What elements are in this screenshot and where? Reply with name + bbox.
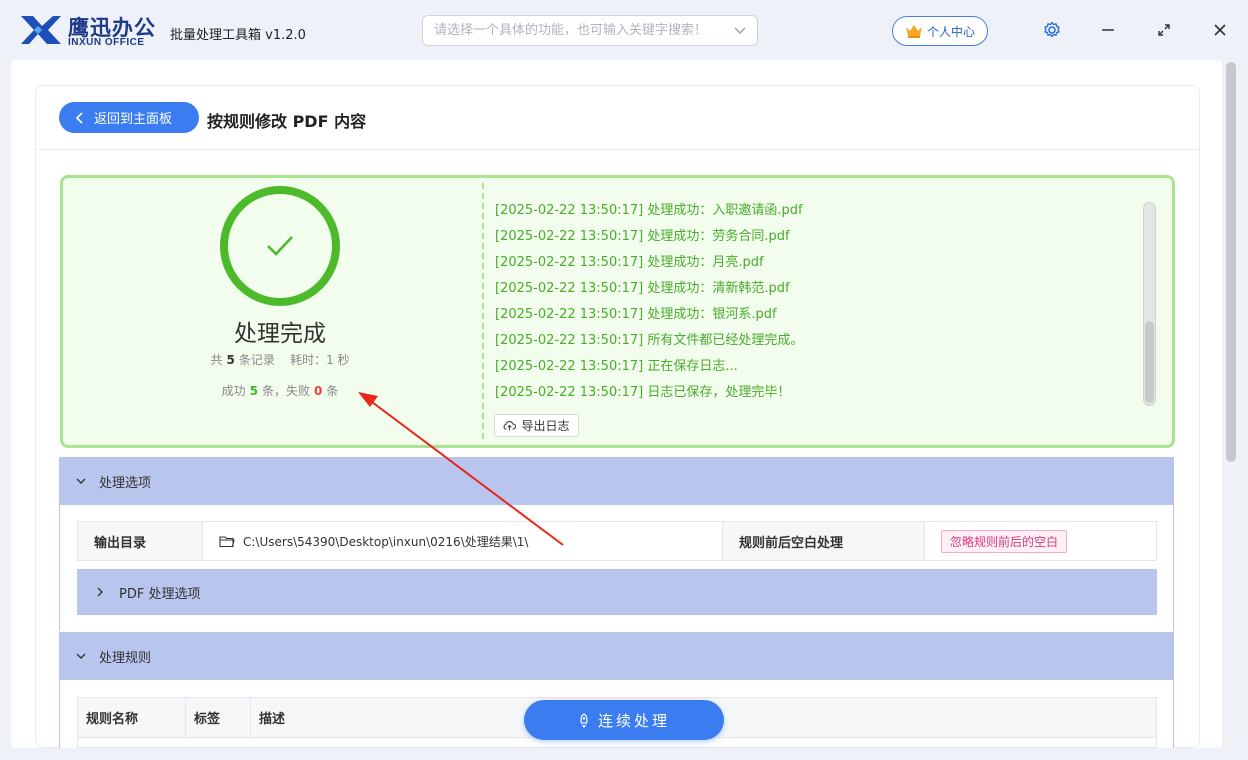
chevron-left-icon <box>76 111 83 124</box>
crown-icon <box>905 25 922 38</box>
log-line: [2025-02-22 13:50:17] 处理成功：月亮.pdf <box>495 255 764 270</box>
elapsed-time: 1 秒 <box>326 353 350 367</box>
rocket-icon <box>580 712 588 728</box>
user-center-button[interactable]: 个人中心 <box>892 16 988 46</box>
continue-processing-button[interactable]: 连续处理 <box>524 700 724 740</box>
back-to-dashboard-button[interactable]: 返回到主面板 <box>59 102 199 133</box>
folder-icon <box>219 535 235 547</box>
chevron-right-icon <box>97 587 103 597</box>
search-box[interactable] <box>422 15 758 46</box>
user-center-label: 个人中心 <box>926 24 975 39</box>
chevron-down-icon <box>76 653 86 659</box>
chevron-down-icon <box>76 478 86 484</box>
options-section-header[interactable]: 处理选项 <box>59 457 1174 505</box>
rules-section-title: 处理规则 <box>99 650 152 666</box>
brand-name-en: INXUN OFFICE <box>68 37 145 48</box>
whitespace-label: 规则前后空白处理 <box>723 522 925 560</box>
whitespace-value-cell[interactable]: 忽略规则前后的空白 <box>925 522 1068 560</box>
close-icon[interactable] <box>1208 18 1232 42</box>
log-line: [2025-02-22 13:50:17] 正在保存日志... <box>495 359 738 374</box>
export-log-button[interactable]: 导出日志 <box>494 414 579 437</box>
log-line: [2025-02-22 13:50:17] 所有文件都已经处理完成。 <box>495 333 804 348</box>
whitespace-tag[interactable]: 忽略规则前后的空白 <box>941 529 1068 553</box>
options-section-title: 处理选项 <box>99 475 152 491</box>
search-input[interactable] <box>423 16 713 45</box>
page-title: 按规则修改 PDF 内容 <box>207 112 367 131</box>
pdf-options-label: PDF 处理选项 <box>119 586 201 602</box>
success-count: 5 <box>249 384 258 398</box>
log-list: [2025-02-22 13:50:17] 处理成功：入职邀请函.pdf [20… <box>495 198 1135 406</box>
log-line: [2025-02-22 13:50:17] 处理成功：劳务合同.pdf <box>495 229 790 244</box>
chevron-down-icon[interactable] <box>733 23 747 37</box>
inxun-logo-icon <box>21 16 61 44</box>
main-scrollbar[interactable] <box>1225 62 1237 748</box>
options-table: 输出目录 C:\Users\54390\Desktop\inxun\0216\处… <box>77 521 1157 561</box>
log-scrollbar[interactable] <box>1143 202 1156 406</box>
settings-gear-icon[interactable] <box>1040 18 1064 42</box>
export-log-label: 导出日志 <box>521 419 570 433</box>
fail-count: 0 <box>314 384 323 398</box>
column-header-rule-name: 规则名称 <box>78 698 186 737</box>
main-scrollbar-thumb[interactable] <box>1226 62 1236 462</box>
log-line: [2025-02-22 13:50:17] 处理成功：入职邀请函.pdf <box>495 203 803 218</box>
result-status: 处理完成 <box>234 321 326 347</box>
success-check-icon <box>220 186 340 306</box>
log-line: [2025-02-22 13:50:17] 处理成功：银河系.pdf <box>495 307 777 322</box>
output-dir-field[interactable]: C:\Users\54390\Desktop\inxun\0216\处理结果\1… <box>203 522 723 560</box>
page-header: 返回到主面板 按规则修改 PDF 内容 <box>36 86 1199 150</box>
cloud-upload-icon <box>504 421 517 431</box>
log-line: [2025-02-22 13:50:17] 处理成功：清新韩范.pdf <box>495 281 790 296</box>
result-panel: 处理完成 共 5 条记录 耗时：1 秒 成功 5 条，失败 0 条 [2025-02-22 … <box>60 175 1175 448</box>
output-dir-value: C:\Users\54390\Desktop\inxun\0216\处理结果\1… <box>243 534 529 549</box>
column-header-tag: 标签 <box>186 698 251 737</box>
record-stats: 共 5 条记录 耗时：1 秒 <box>210 353 350 367</box>
output-dir-label: 输出目录 <box>78 522 203 560</box>
continue-processing-label: 连续处理 <box>597 711 670 730</box>
log-scrollbar-thumb[interactable] <box>1145 321 1154 403</box>
minimize-icon[interactable] <box>1096 18 1120 42</box>
app-title: 批量处理工具箱 v1.2.0 <box>170 28 306 43</box>
divider <box>482 183 484 439</box>
success-fail-stats: 成功 5 条，失败 0 条 <box>221 384 339 398</box>
back-button-label: 返回到主面板 <box>94 112 173 127</box>
maximize-icon[interactable] <box>1152 18 1176 42</box>
total-count: 5 <box>226 353 235 367</box>
rules-section-header[interactable]: 处理规则 <box>59 632 1174 680</box>
title-bar: 鹰迅办公 INXUN OFFICE 批量处理工具箱 v1.2.0 个人中心 <box>0 0 1248 60</box>
log-line: [2025-02-22 13:50:17] 日志已保存，处理完毕！ <box>495 385 791 400</box>
pdf-options-toggle[interactable]: PDF 处理选项 <box>77 569 1157 615</box>
